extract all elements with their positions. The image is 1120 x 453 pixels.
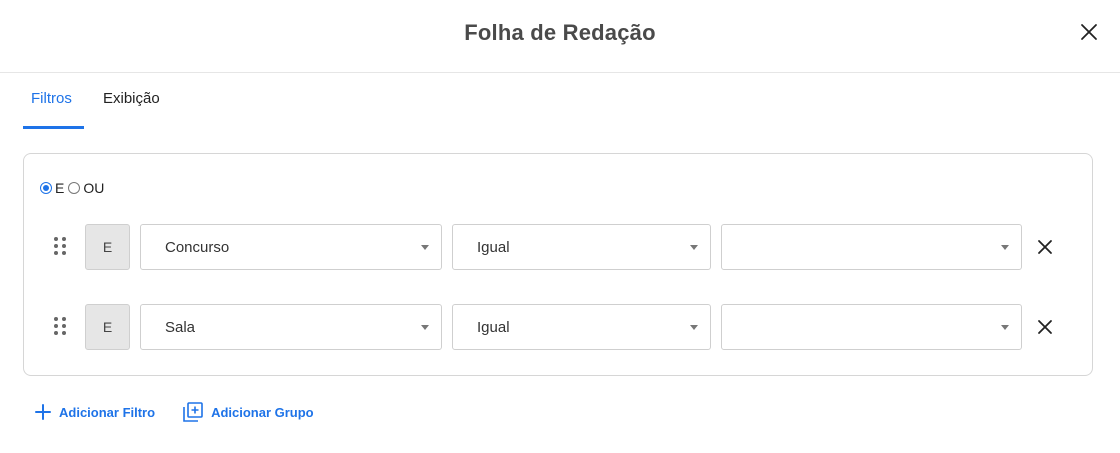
radio-and[interactable] — [40, 182, 52, 194]
radio-or[interactable] — [68, 182, 81, 194]
active-tab-indicator — [23, 126, 84, 129]
conjunction-button[interactable]: E — [85, 224, 130, 270]
caret-down-icon — [421, 325, 429, 330]
add-filter-button[interactable]: Adicionar Filtro — [35, 404, 155, 420]
radio-and-label[interactable]: E — [55, 180, 64, 196]
close-icon[interactable] — [1078, 21, 1100, 43]
drag-handle-icon[interactable] — [54, 237, 68, 257]
caret-down-icon — [1001, 245, 1009, 250]
value-select[interactable] — [721, 304, 1022, 350]
dialog-title: Folha de Redação — [464, 20, 656, 45]
dialog-header: Folha de Redação — [0, 0, 1120, 73]
field-select[interactable]: Concurso — [140, 224, 442, 270]
logic-selector: E OU — [40, 180, 108, 196]
remove-filter-icon[interactable] — [1036, 318, 1054, 336]
operator-select[interactable]: Igual — [452, 304, 711, 350]
add-filter-label: Adicionar Filtro — [59, 404, 156, 420]
value-select[interactable] — [721, 224, 1022, 270]
radio-or-label[interactable]: OU — [83, 180, 104, 196]
filter-actions: Adicionar Filtro Adicionar Grupo — [35, 402, 314, 422]
add-group-label: Adicionar Grupo — [211, 404, 314, 420]
tab-bar: Filtros Exibição — [0, 74, 1120, 130]
drag-handle-icon[interactable] — [54, 317, 68, 337]
field-select-value: Concurso — [165, 238, 230, 256]
field-select[interactable]: Sala — [140, 304, 442, 350]
field-select-value: Sala — [165, 318, 196, 336]
conjunction-button[interactable]: E — [85, 304, 130, 350]
filter-row: E Sala Igual — [24, 304, 1092, 350]
tab-filtros[interactable]: Filtros — [31, 90, 72, 107]
caret-down-icon — [421, 245, 429, 250]
caret-down-icon — [1001, 325, 1009, 330]
caret-down-icon — [690, 245, 698, 250]
add-group-icon — [183, 402, 203, 422]
caret-down-icon — [690, 325, 698, 330]
operator-select-value: Igual — [477, 238, 510, 256]
operator-select[interactable]: Igual — [452, 224, 711, 270]
remove-filter-icon[interactable] — [1036, 238, 1054, 256]
tab-exibicao[interactable]: Exibição — [103, 90, 160, 107]
operator-select-value: Igual — [477, 318, 510, 336]
filter-panel: E OU E Concurso Igual E Sala Igual — [23, 153, 1093, 376]
plus-icon — [35, 404, 51, 420]
filter-row: E Concurso Igual — [24, 224, 1092, 270]
add-group-button[interactable]: Adicionar Grupo — [183, 402, 314, 422]
